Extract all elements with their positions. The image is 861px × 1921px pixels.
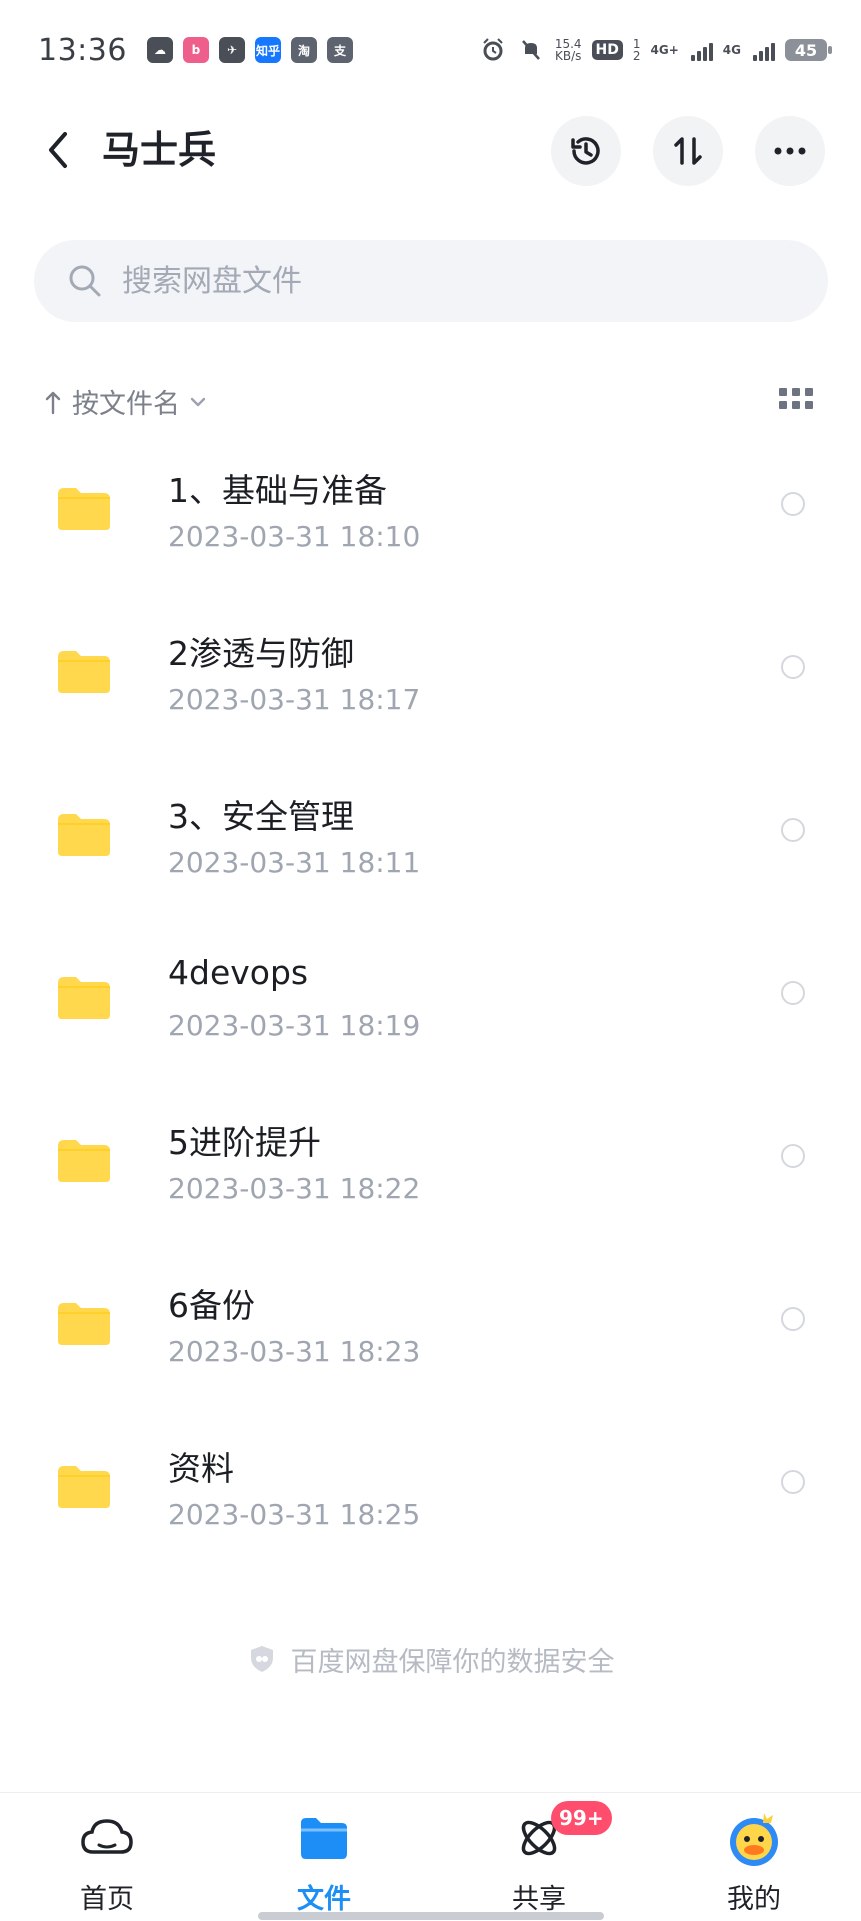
file-list: 1、基础与准备 2023-03-31 18:10 2渗透与防御 2023-03-…: [0, 446, 861, 1587]
select-checkbox[interactable]: [781, 981, 805, 1005]
nav-share[interactable]: 99+ 共享: [479, 1801, 612, 1919]
cloud-icon: [76, 1807, 138, 1869]
folder-icon: [58, 1466, 110, 1508]
select-checkbox[interactable]: [781, 1470, 805, 1494]
select-checkbox[interactable]: [781, 818, 805, 842]
select-checkbox[interactable]: [781, 1307, 805, 1331]
file-folder-icon: [293, 1807, 355, 1869]
bilibili-app-icon: b: [182, 37, 209, 63]
hd-index: 1 2: [633, 38, 641, 62]
network-type-2: 4G: [722, 43, 741, 57]
battery-indicator: 45: [785, 39, 832, 61]
transfer-icon: [674, 137, 702, 165]
select-checkbox[interactable]: [781, 1144, 805, 1168]
status-right: 15.4 KB/s HD 1 2 4G+ 4G 45: [479, 36, 832, 64]
search-bar[interactable]: [34, 240, 828, 322]
nav-label-profile: 我的: [727, 1884, 781, 1915]
home-indicator: [258, 1912, 604, 1920]
status-left: 13:36 ☁ b ✈ 知乎 淘 支: [38, 33, 353, 68]
chevron-left-icon: [49, 132, 67, 168]
file-name: 2渗透与防御: [168, 634, 354, 673]
history-icon: [571, 137, 600, 165]
file-date: 2023-03-31 18:11: [168, 846, 421, 879]
zhihu-app-icon: 知乎: [254, 37, 281, 63]
sort-control[interactable]: 按文件名: [44, 382, 206, 421]
list-item[interactable]: 1、基础与准备 2023-03-31 18:10: [0, 446, 861, 609]
file-name: 4devops: [168, 953, 309, 992]
folder-icon: [58, 651, 110, 693]
signal-icon-2: [753, 39, 775, 61]
alipay-app-icon: 支: [326, 37, 353, 63]
nav-files[interactable]: 文件: [264, 1807, 384, 1919]
file-name: 6备份: [168, 1286, 255, 1325]
file-name: 1、基础与准备: [168, 471, 387, 510]
folder-icon: [58, 1140, 110, 1182]
cloud-app-icon: ☁: [146, 37, 173, 63]
back-button[interactable]: [38, 126, 80, 174]
folder-icon: [58, 488, 110, 530]
network-speed: 15.4 KB/s: [555, 38, 582, 62]
file-date: 2023-03-31 18:10: [168, 520, 421, 553]
folder-icon: [58, 814, 110, 856]
taobao-app-icon: 淘: [290, 37, 317, 63]
search-icon: [69, 265, 101, 297]
security-text: 百度网盘保障你的数据安全: [290, 1646, 615, 1678]
list-item[interactable]: 6备份 2023-03-31 18:23: [0, 1261, 861, 1424]
nav-home[interactable]: 首页: [47, 1807, 167, 1919]
profile-avatar-icon: [723, 1807, 785, 1869]
arrow-up-icon: [45, 391, 61, 414]
signal-icon-1: [690, 39, 713, 61]
history-button[interactable]: [551, 116, 621, 186]
grid-view-icon[interactable]: [779, 388, 813, 414]
folder-icon: [58, 1303, 110, 1345]
more-button[interactable]: [755, 116, 825, 186]
chevron-down-icon: [190, 397, 206, 406]
mute-bell-icon: [517, 36, 545, 64]
file-date: 2023-03-31 18:22: [168, 1172, 421, 1205]
file-name: 5进阶提升: [168, 1123, 321, 1162]
more-dots-icon: [774, 147, 806, 155]
header: 马士兵: [0, 112, 861, 188]
status-bar: 13:36 ☁ b ✈ 知乎 淘 支 15.4 KB/s HD 1 2 4G+ …: [0, 0, 861, 100]
list-item[interactable]: 2渗透与防御 2023-03-31 18:17: [0, 609, 861, 772]
nav-profile[interactable]: 我的: [694, 1807, 814, 1919]
folder-icon: [58, 977, 110, 1019]
page-title: 马士兵: [102, 128, 217, 172]
list-item[interactable]: 3、安全管理 2023-03-31 18:11: [0, 772, 861, 935]
shield-icon: [250, 1646, 273, 1672]
nav-label-files: 文件: [297, 1884, 351, 1915]
header-actions: [551, 116, 825, 186]
network-type-1: 4G+: [650, 43, 679, 57]
alarm-icon: [479, 36, 507, 64]
nav-label-share: 共享: [512, 1884, 566, 1915]
file-name: 3、安全管理: [168, 797, 354, 836]
sort-row: 按文件名: [0, 376, 861, 424]
sort-label: 按文件名: [72, 389, 180, 420]
file-date: 2023-03-31 18:23: [168, 1335, 421, 1368]
select-checkbox[interactable]: [781, 655, 805, 679]
hd-index-bottom: 2: [632, 49, 641, 63]
file-date: 2023-03-31 18:17: [168, 683, 421, 716]
list-item[interactable]: 资料 2023-03-31 18:25: [0, 1424, 861, 1587]
network-speed-unit: KB/s: [554, 49, 582, 63]
bottom-nav: 首页 文件 99+ 共享 我的: [0, 1792, 861, 1921]
select-checkbox[interactable]: [781, 492, 805, 516]
search-input[interactable]: [122, 263, 762, 299]
file-name: 资料: [168, 1449, 234, 1488]
nav-label-home: 首页: [80, 1884, 134, 1915]
list-item[interactable]: 5进阶提升 2023-03-31 18:22: [0, 1098, 861, 1261]
security-note: 百度网盘保障你的数据安全: [0, 1637, 861, 1681]
bird-app-icon: ✈: [218, 37, 245, 63]
file-date: 2023-03-31 18:25: [168, 1498, 421, 1531]
hd-indicator: HD: [591, 40, 623, 60]
file-date: 2023-03-31 18:19: [168, 1009, 421, 1042]
transfer-button[interactable]: [653, 116, 723, 186]
list-item[interactable]: 4devops 2023-03-31 18:19: [0, 935, 861, 1098]
status-time: 13:36: [38, 32, 127, 68]
share-badge: 99+: [551, 1801, 612, 1835]
